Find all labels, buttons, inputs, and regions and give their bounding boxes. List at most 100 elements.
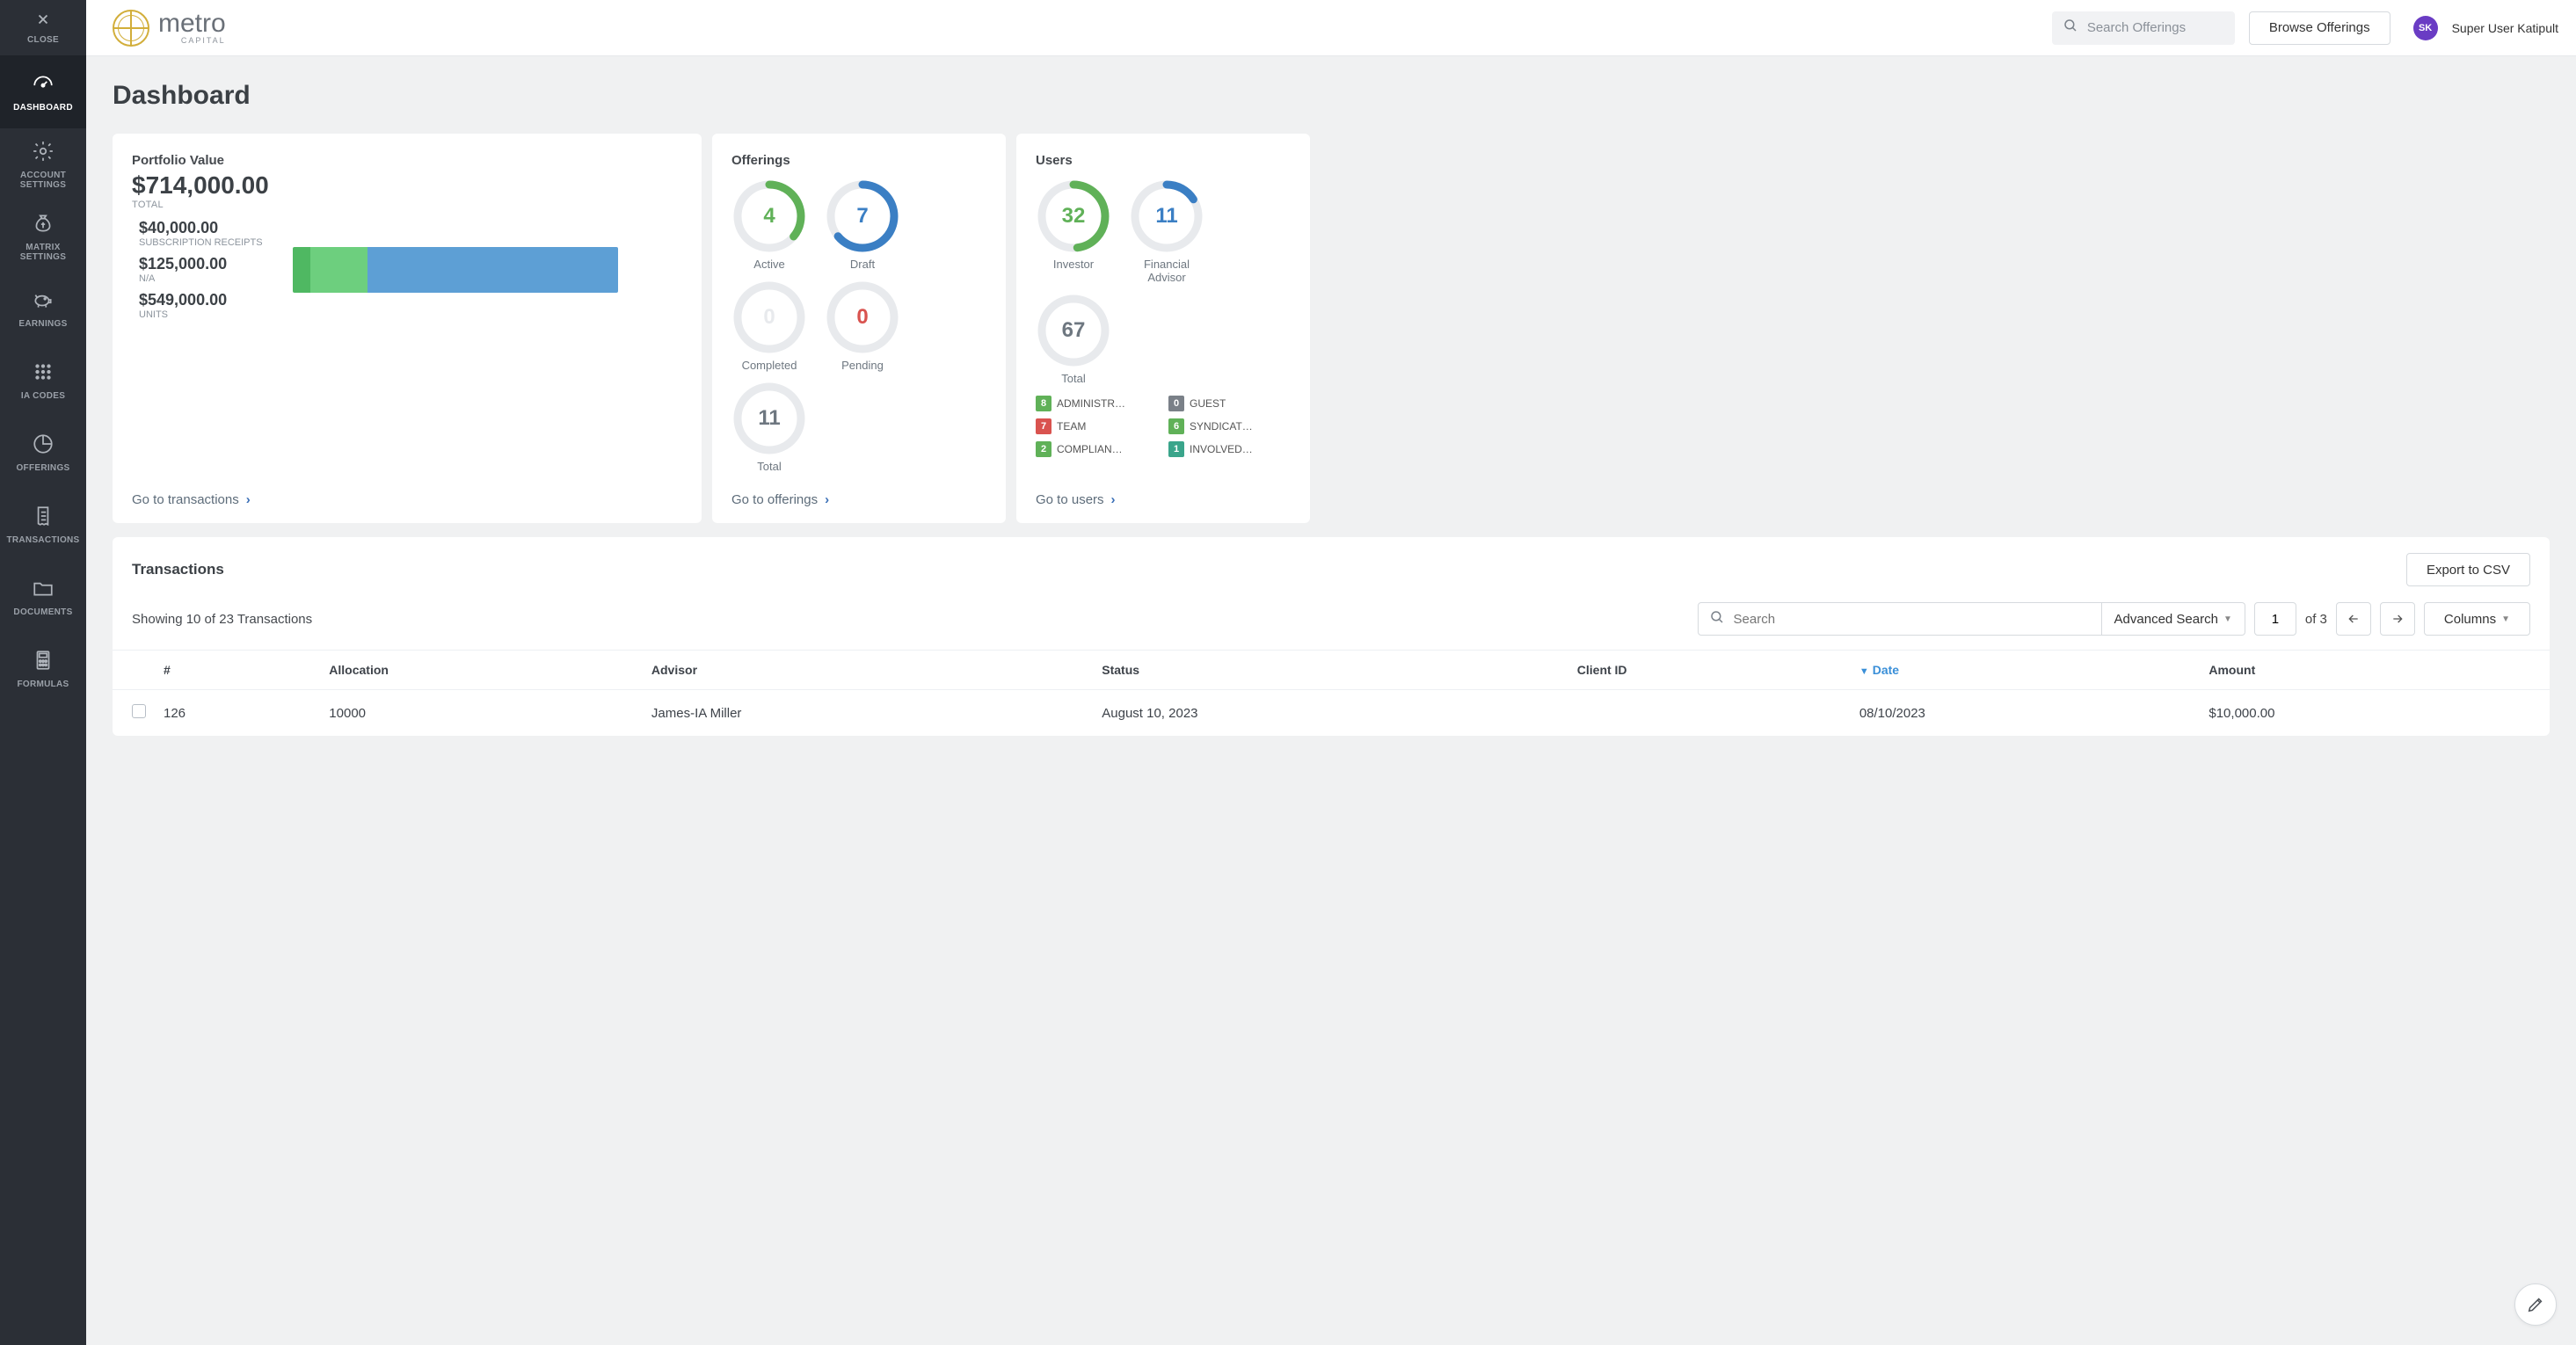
globe-icon xyxy=(113,10,149,47)
offerings-card: Offerings 4Active7Draft0Completed0Pendin… xyxy=(712,134,1006,523)
caret-down-icon: ▼ xyxy=(2223,614,2232,624)
tx-search[interactable] xyxy=(1698,602,2102,636)
gauge-investor: 32Investor xyxy=(1036,178,1111,284)
showing-count: Showing 10 of 23 Transactions xyxy=(132,612,312,627)
edit-fab[interactable] xyxy=(2514,1283,2557,1326)
logo[interactable]: metro CAPITAL xyxy=(113,10,226,47)
avatar[interactable]: SK xyxy=(2413,16,2438,40)
pencil-icon xyxy=(2526,1295,2545,1314)
go-to-users-link[interactable]: Go to users› xyxy=(1036,473,1291,507)
sidebar-item-matrix-settings[interactable]: MATRIX SETTINGS xyxy=(0,200,86,273)
portfolio-item: $40,000.00SUBSCRIPTION RECEIPTS xyxy=(139,219,263,248)
gauge-financial advisor: 11Financial Advisor xyxy=(1129,178,1204,284)
sidebar: CLOSE DASHBOARD ACCOUNT SETTINGS MATRIX … xyxy=(0,0,86,1345)
sidebar-item-account-settings[interactable]: ACCOUNT SETTINGS xyxy=(0,128,86,200)
search-icon xyxy=(1709,609,1725,629)
chevron-right-icon: › xyxy=(246,492,251,507)
receipt-icon xyxy=(32,505,55,530)
sidebar-label: OFFERINGS xyxy=(16,463,69,473)
bar-seg-units xyxy=(367,247,617,293)
gauge-draft: 7Draft xyxy=(825,178,900,271)
row-checkbox[interactable] xyxy=(132,704,146,718)
gauge-completed: 0Completed xyxy=(731,280,807,372)
dashboard-icon xyxy=(32,72,55,98)
sidebar-item-documents[interactable]: DOCUMENTS xyxy=(0,561,86,633)
chevron-right-icon: › xyxy=(1111,492,1116,507)
piggybank-icon xyxy=(32,288,55,314)
search-offerings-input[interactable] xyxy=(2087,20,2224,35)
bar-seg-sub xyxy=(293,247,311,293)
sidebar-item-offerings[interactable]: OFFERINGS xyxy=(0,417,86,489)
user-type-badge: 7TEAM xyxy=(1036,418,1158,434)
sidebar-label: FORMULAS xyxy=(17,680,69,689)
user-type-badge: 1INVOLVED… xyxy=(1168,441,1291,457)
search-icon xyxy=(2063,18,2078,38)
sidebar-item-ia-codes[interactable]: IA CODES xyxy=(0,345,86,417)
col-num[interactable]: # xyxy=(155,651,320,690)
piechart-icon xyxy=(32,433,55,458)
user-type-badge: 6SYNDICAT… xyxy=(1168,418,1291,434)
chevron-right-icon: › xyxy=(825,492,829,507)
portfolio-bar xyxy=(293,247,618,293)
tx-search-input[interactable] xyxy=(1734,612,2091,627)
sidebar-item-dashboard[interactable]: DASHBOARD xyxy=(0,56,86,128)
gear-icon xyxy=(32,140,55,165)
prev-page-button[interactable] xyxy=(2336,602,2371,636)
sidebar-close[interactable]: CLOSE xyxy=(0,0,86,56)
brand-name: metro xyxy=(158,11,226,37)
brand-sub: CAPITAL xyxy=(158,37,226,45)
sidebar-item-formulas[interactable]: FORMULAS xyxy=(0,633,86,705)
transactions-table: # Allocation Advisor Status Client ID ▼D… xyxy=(113,651,2550,736)
col-client[interactable]: Client ID xyxy=(1568,651,1851,690)
close-icon xyxy=(35,11,51,30)
sidebar-label: EARNINGS xyxy=(18,319,67,329)
portfolio-card: Portfolio Value $714,000.00 TOTAL $40,00… xyxy=(113,134,702,523)
table-row[interactable]: 12610000James-IA MillerAugust 10, 202308… xyxy=(113,690,2550,737)
col-allocation[interactable]: Allocation xyxy=(320,651,643,690)
advanced-search-button[interactable]: Advanced Search ▼ xyxy=(2102,602,2245,636)
go-to-transactions-link[interactable]: Go to transactions› xyxy=(132,473,682,507)
col-status[interactable]: Status xyxy=(1093,651,1568,690)
portfolio-total-label: TOTAL xyxy=(132,200,682,210)
user-name[interactable]: Super User Katipult xyxy=(2452,21,2558,35)
gauge-total: 11Total xyxy=(731,381,807,473)
sidebar-item-earnings[interactable]: EARNINGS xyxy=(0,273,86,345)
portfolio-total: $714,000.00 xyxy=(132,171,682,200)
user-type-badge: 8ADMINISTR… xyxy=(1036,396,1158,411)
sidebar-item-transactions[interactable]: TRANSACTIONS xyxy=(0,489,86,561)
sidebar-label: TRANSACTIONS xyxy=(6,535,79,545)
page-input[interactable] xyxy=(2254,602,2296,636)
col-advisor[interactable]: Advisor xyxy=(643,651,1093,690)
columns-button[interactable]: Columns▼ xyxy=(2424,602,2530,636)
offerings-title: Offerings xyxy=(731,153,986,168)
grid-icon xyxy=(32,360,55,386)
bar-seg-na xyxy=(310,247,367,293)
browse-offerings-button[interactable]: Browse Offerings xyxy=(2249,11,2390,45)
go-to-offerings-link[interactable]: Go to offerings› xyxy=(731,473,986,507)
caret-down-icon: ▼ xyxy=(2501,614,2510,624)
col-amount[interactable]: Amount xyxy=(2200,651,2550,690)
folder-icon xyxy=(32,577,55,602)
transactions-card: Transactions Export to CSV Showing 10 of… xyxy=(113,537,2550,736)
sidebar-label: IA CODES xyxy=(21,391,65,401)
users-title: Users xyxy=(1036,153,1291,168)
gauge-active: 4Active xyxy=(731,178,807,271)
portfolio-item: $125,000.00N/A xyxy=(139,255,263,284)
search-offerings[interactable] xyxy=(2052,11,2235,45)
transactions-title: Transactions xyxy=(132,561,224,578)
gauge-pending: 0Pending xyxy=(825,280,900,372)
sidebar-close-label: CLOSE xyxy=(27,35,59,45)
sidebar-label: ACCOUNT SETTINGS xyxy=(4,171,83,190)
page-of: of 3 xyxy=(2305,612,2327,627)
col-date[interactable]: ▼Date xyxy=(1851,651,2201,690)
user-type-badge: 2COMPLIAN… xyxy=(1036,441,1158,457)
users-card: Users 32Investor11Financial Advisor67Tot… xyxy=(1016,134,1310,523)
export-csv-button[interactable]: Export to CSV xyxy=(2406,553,2530,586)
page-title: Dashboard xyxy=(113,81,2550,111)
next-page-button[interactable] xyxy=(2380,602,2415,636)
user-type-badge: 0GUEST xyxy=(1168,396,1291,411)
moneybag-icon xyxy=(32,212,55,237)
sidebar-label: DASHBOARD xyxy=(13,103,73,113)
portfolio-title: Portfolio Value xyxy=(132,153,682,168)
portfolio-item: $549,000.00UNITS xyxy=(139,291,263,320)
